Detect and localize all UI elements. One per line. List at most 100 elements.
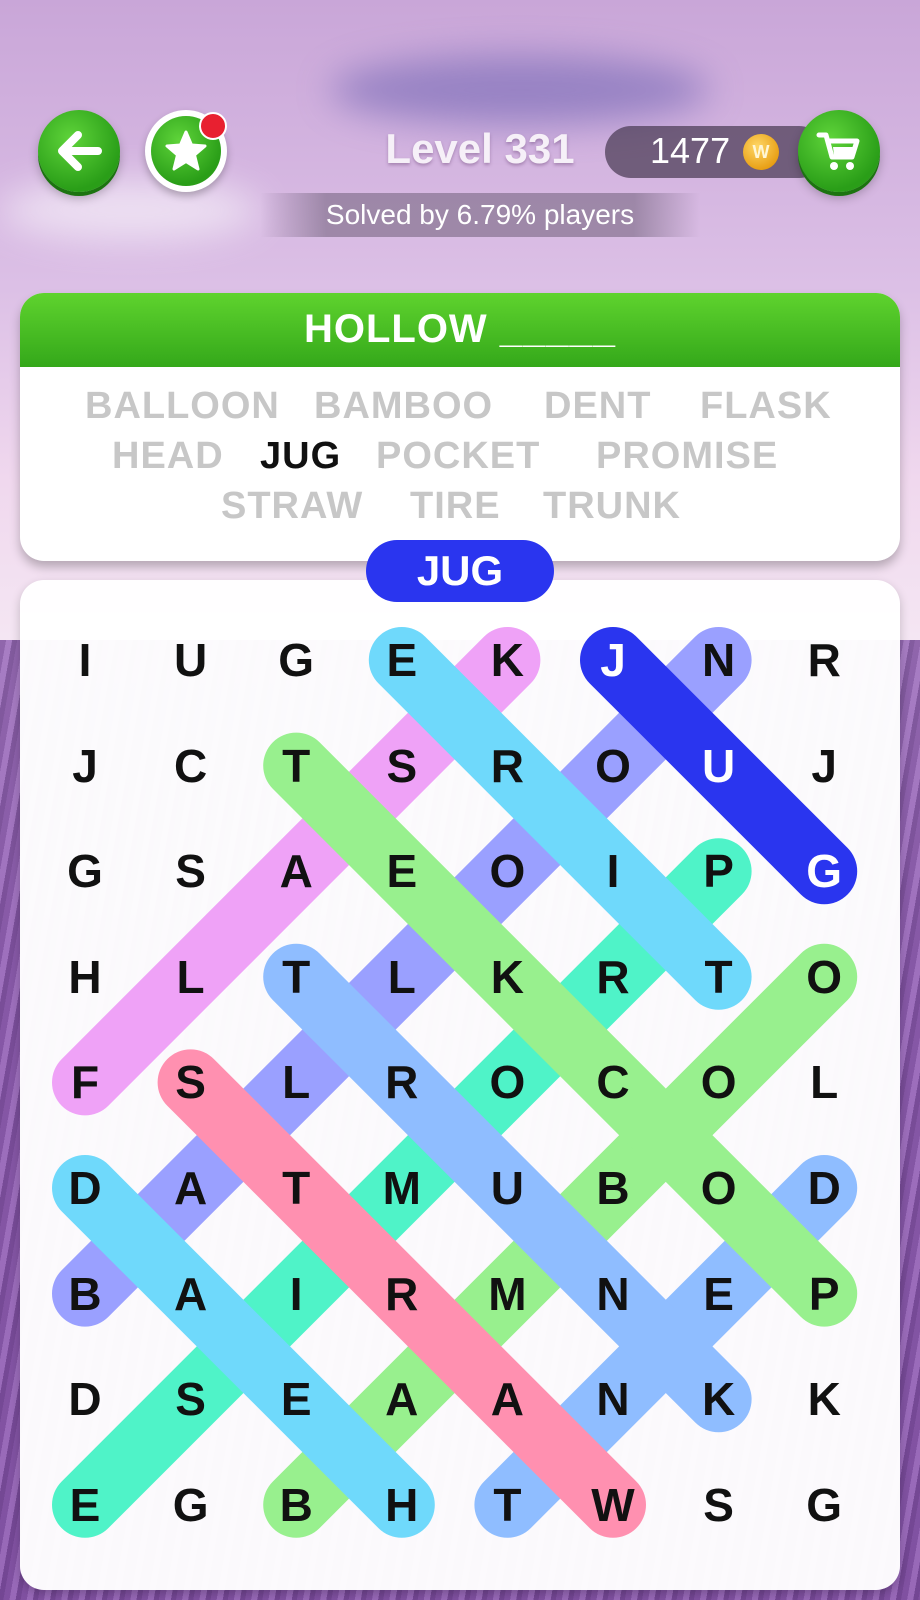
grid-letter[interactable]: U xyxy=(151,620,231,700)
grid-letter[interactable]: T xyxy=(679,937,759,1017)
grid-letter[interactable]: B xyxy=(45,1254,125,1334)
grid-letter[interactable]: S xyxy=(151,1359,231,1439)
sky-cloud xyxy=(0,180,260,240)
grid-letter[interactable]: I xyxy=(45,620,125,700)
grid-letter[interactable]: G xyxy=(151,1465,231,1545)
grid-letter[interactable]: M xyxy=(467,1254,547,1334)
grid-letter[interactable]: R xyxy=(362,1254,442,1334)
grid-letter[interactable]: L xyxy=(362,937,442,1017)
grid-letter[interactable]: A xyxy=(151,1254,231,1334)
grid-letter[interactable]: J xyxy=(45,726,125,806)
grid-letter[interactable]: C xyxy=(573,1042,653,1122)
grid-letter[interactable]: F xyxy=(45,1042,125,1122)
grid-letter[interactable]: H xyxy=(362,1465,442,1545)
word-item: BAMBOO xyxy=(314,385,494,427)
grid-letter[interactable]: J xyxy=(784,726,864,806)
grid-letter[interactable]: A xyxy=(151,1148,231,1228)
grid-letter[interactable]: G xyxy=(256,620,336,700)
grid-letter[interactable]: A xyxy=(467,1359,547,1439)
word-item: TRUNK xyxy=(543,485,681,527)
grid-letter[interactable]: L xyxy=(151,937,231,1017)
grid-letter[interactable]: A xyxy=(362,1359,442,1439)
grid-letter[interactable]: S xyxy=(151,1042,231,1122)
grid-letter[interactable]: I xyxy=(256,1254,336,1334)
cart-icon xyxy=(816,132,860,170)
grid-letter[interactable]: O xyxy=(784,937,864,1017)
grid-letter[interactable]: O xyxy=(467,1042,547,1122)
word-list-panel: HOLLOW _____ BALLOON BAMBOO DENT FLASK H… xyxy=(20,293,900,561)
grid-letter[interactable]: K xyxy=(679,1359,759,1439)
grid-letter[interactable]: I xyxy=(573,831,653,911)
star-icon xyxy=(165,130,207,171)
grid-letter[interactable]: R xyxy=(784,620,864,700)
grid-letter[interactable]: B xyxy=(256,1465,336,1545)
grid-letter[interactable]: R xyxy=(467,726,547,806)
coin-symbol: W xyxy=(752,141,770,162)
grid-letter[interactable]: G xyxy=(45,831,125,911)
grid-letter[interactable]: H xyxy=(45,937,125,1017)
grid-letter[interactable]: N xyxy=(679,620,759,700)
word-item: DENT xyxy=(544,385,652,427)
grid-letter[interactable]: T xyxy=(467,1465,547,1545)
grid-letter[interactable]: W xyxy=(573,1465,653,1545)
grid-letter[interactable]: B xyxy=(573,1148,653,1228)
word-item-found: JUG xyxy=(260,435,342,477)
grid-letter[interactable]: O xyxy=(679,1042,759,1122)
grid-letter[interactable]: J xyxy=(573,620,653,700)
grid-letter[interactable]: U xyxy=(679,726,759,806)
grid-letter[interactable]: T xyxy=(256,726,336,806)
grid-letter[interactable]: P xyxy=(784,1254,864,1334)
grid-letter[interactable]: K xyxy=(467,937,547,1017)
grid-letter[interactable]: C xyxy=(151,726,231,806)
word-item: BALLOON xyxy=(85,385,280,427)
word-item: HEAD xyxy=(112,435,224,477)
grid-letter[interactable]: R xyxy=(573,937,653,1017)
grid-letter[interactable]: O xyxy=(679,1148,759,1228)
current-word-badge: JUG xyxy=(366,540,554,602)
grid-letter[interactable]: E xyxy=(362,620,442,700)
grid-letter[interactable]: T xyxy=(256,937,336,1017)
grid-letter[interactable]: E xyxy=(45,1465,125,1545)
level-title: Level 331 xyxy=(385,125,575,172)
favorites-button[interactable] xyxy=(145,110,227,192)
word-item: STRAW xyxy=(221,485,364,527)
grid-letter[interactable]: D xyxy=(784,1148,864,1228)
grid-letter[interactable]: S xyxy=(151,831,231,911)
word-item: FLASK xyxy=(700,385,832,427)
category-title: HOLLOW _____ xyxy=(20,293,900,367)
coin-icon: W xyxy=(743,134,779,170)
grid-letter[interactable]: R xyxy=(362,1042,442,1122)
word-item: POCKET xyxy=(376,435,541,477)
solved-percentage: Solved by 6.79% players xyxy=(260,193,700,237)
grid-letter[interactable]: S xyxy=(362,726,442,806)
grid-letter[interactable]: G xyxy=(784,1465,864,1545)
grid-letter[interactable]: G xyxy=(784,831,864,911)
grid-letter[interactable]: U xyxy=(467,1148,547,1228)
grid-letter[interactable]: K xyxy=(467,620,547,700)
grid-letter[interactable]: P xyxy=(679,831,759,911)
grid-letter[interactable]: E xyxy=(679,1254,759,1334)
grid-letter[interactable]: E xyxy=(256,1359,336,1439)
grid-letter[interactable]: O xyxy=(573,726,653,806)
grid-letter[interactable]: D xyxy=(45,1359,125,1439)
grid-letter[interactable]: L xyxy=(784,1042,864,1122)
sky-cloud xyxy=(330,55,710,125)
grid-letter[interactable]: N xyxy=(573,1359,653,1439)
grid-letter[interactable]: D xyxy=(45,1148,125,1228)
back-button[interactable] xyxy=(38,110,120,192)
notification-dot xyxy=(199,112,227,140)
word-item: TIRE xyxy=(410,485,501,527)
grid-letter[interactable]: L xyxy=(256,1042,336,1122)
grid-letter[interactable]: T xyxy=(256,1148,336,1228)
grid-letter[interactable]: K xyxy=(784,1359,864,1439)
shop-button[interactable] xyxy=(798,110,880,192)
arrow-left-icon xyxy=(58,131,102,171)
grid-letter[interactable]: S xyxy=(679,1465,759,1545)
grid-letter[interactable]: O xyxy=(467,831,547,911)
grid-letter[interactable]: N xyxy=(573,1254,653,1334)
coin-count: 1477 xyxy=(650,130,731,171)
grid-letter[interactable]: E xyxy=(362,831,442,911)
word-item: PROMISE xyxy=(596,435,779,477)
grid-letter[interactable]: M xyxy=(362,1148,442,1228)
grid-letter[interactable]: A xyxy=(256,831,336,911)
